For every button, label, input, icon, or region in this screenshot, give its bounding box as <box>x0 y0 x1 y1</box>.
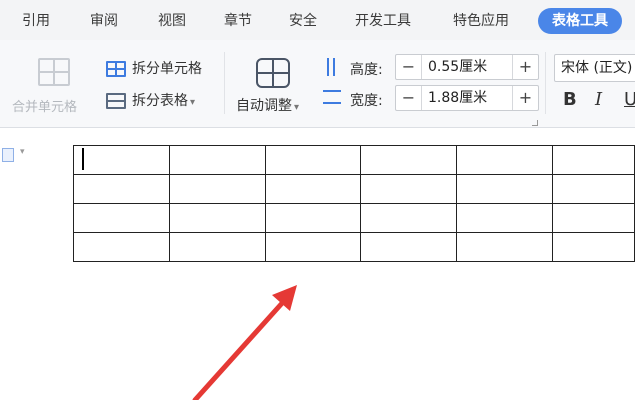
table-cell[interactable] <box>168 232 266 262</box>
bold-button[interactable]: B <box>563 89 577 110</box>
table-cell[interactable] <box>264 203 362 233</box>
height-increase-button[interactable]: + <box>512 55 538 79</box>
tab-developer-tools[interactable]: 开发工具 <box>355 10 411 32</box>
column-width-icon <box>323 90 341 104</box>
table-cell[interactable] <box>456 145 554 175</box>
table-row <box>73 174 635 204</box>
auto-fit-button[interactable]: 自动调整 ▾ <box>232 54 316 118</box>
height-decrease-button[interactable]: − <box>396 55 422 79</box>
row-height-icon <box>327 58 335 76</box>
table-cell[interactable] <box>360 232 458 262</box>
table-cell[interactable] <box>456 174 554 204</box>
ribbon-divider <box>545 52 546 114</box>
table-cell[interactable] <box>552 232 635 262</box>
page-icon[interactable] <box>2 148 14 162</box>
table-cell[interactable] <box>73 174 170 204</box>
chevron-down-icon: ▾ <box>294 102 300 113</box>
merge-cells-icon <box>38 58 70 86</box>
ribbon-toolbar: 合并单元格 拆分单元格 拆分表格 ▾ 自动调整 ▾ 高度: − 0.55厘米 + 宽… <box>0 40 635 128</box>
table-cell[interactable] <box>456 203 554 233</box>
table-cell[interactable] <box>73 145 170 175</box>
table-row <box>73 145 635 175</box>
table-cell[interactable] <box>73 203 170 233</box>
table-cell[interactable] <box>552 203 635 233</box>
table-grid-icon <box>256 58 290 88</box>
table-row <box>73 232 635 262</box>
ribbon-tab-bar: 引用 审阅 视图 章节 安全 开发工具 特色应用 表格工具 <box>0 0 635 40</box>
table-cell[interactable] <box>360 145 458 175</box>
height-stepper[interactable]: − 0.55厘米 + <box>395 54 539 80</box>
chevron-down-icon[interactable]: ▾ <box>20 147 25 157</box>
font-family-value: 宋体 (正文) <box>561 60 633 76</box>
table-cell[interactable] <box>168 203 266 233</box>
table-cell[interactable] <box>168 174 266 204</box>
table-cell[interactable] <box>360 203 458 233</box>
table-cell[interactable] <box>552 174 635 204</box>
table-cell[interactable] <box>360 174 458 204</box>
table-cell[interactable] <box>264 174 362 204</box>
chevron-down-icon: ▾ <box>190 97 196 108</box>
split-table-icon <box>106 93 126 109</box>
table-cell[interactable] <box>552 145 635 175</box>
tab-sections[interactable]: 章节 <box>224 10 252 32</box>
underline-button[interactable]: U <box>624 89 635 110</box>
split-cells-label: 拆分单元格 <box>132 61 202 77</box>
tab-security[interactable]: 安全 <box>289 10 317 32</box>
ribbon-divider <box>224 52 225 114</box>
italic-button[interactable]: I <box>595 89 602 110</box>
text-cursor <box>82 148 84 170</box>
tab-table-tools[interactable]: 表格工具 <box>538 8 622 34</box>
width-stepper[interactable]: − 1.88厘米 + <box>395 85 539 111</box>
merge-cells-button[interactable]: 合并单元格 <box>8 52 98 116</box>
auto-fit-label: 自动调整 <box>236 98 292 114</box>
tab-references[interactable]: 引用 <box>22 10 50 32</box>
table-cell[interactable] <box>264 232 362 262</box>
merge-cells-label: 合并单元格 <box>12 100 78 115</box>
width-decrease-button[interactable]: − <box>396 86 422 110</box>
dialog-launcher-icon[interactable] <box>532 120 538 126</box>
font-family-select[interactable]: 宋体 (正文) <box>554 54 635 82</box>
table-cell[interactable] <box>168 145 266 175</box>
tab-review[interactable]: 审阅 <box>90 10 118 32</box>
split-cells-icon <box>106 61 126 77</box>
height-value[interactable]: 0.55厘米 <box>428 55 487 79</box>
table-cell[interactable] <box>264 145 362 175</box>
document-table[interactable] <box>73 145 635 262</box>
table-cell[interactable] <box>456 232 554 262</box>
width-increase-button[interactable]: + <box>512 86 538 110</box>
width-value[interactable]: 1.88厘米 <box>428 86 487 110</box>
width-label: 宽度: <box>350 93 383 109</box>
table-cell[interactable] <box>73 232 170 262</box>
document-canvas[interactable]: ▾ <box>0 128 635 400</box>
tab-special-apps[interactable]: 特色应用 <box>453 10 509 32</box>
tab-view[interactable]: 视图 <box>158 10 186 32</box>
table-row <box>73 203 635 233</box>
height-label: 高度: <box>350 62 383 78</box>
split-table-label: 拆分表格 <box>132 93 188 109</box>
